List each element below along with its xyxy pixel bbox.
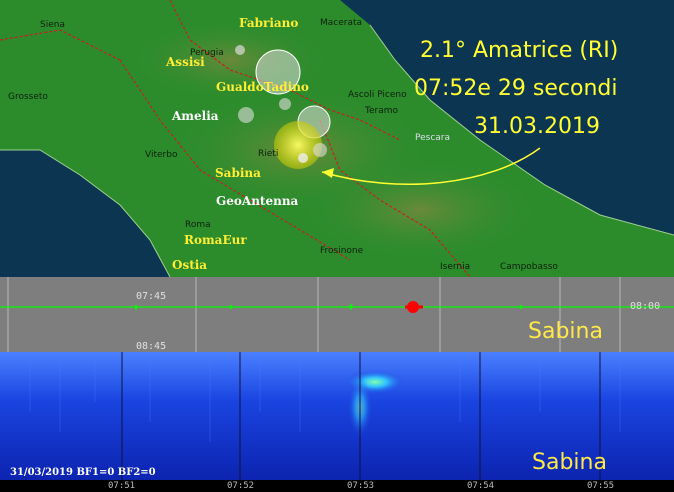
epicenter-bubble: [238, 107, 254, 123]
town-roma: Roma: [185, 220, 211, 230]
epicenter-bubble: [235, 45, 245, 55]
town-siena: Siena: [40, 20, 65, 30]
station-geoantenna: GeoAntenna: [216, 194, 299, 208]
seismo-label-start: 07:45: [136, 291, 167, 302]
spectrogram-status: 31/03/2019 BF1=0 BF2=0: [10, 467, 156, 478]
epicenter-bubble: [298, 153, 308, 163]
seismogram-panel: 07:45 08:00 08:45 Sabina: [0, 277, 674, 352]
town-macerata: Macerata: [320, 18, 363, 28]
epicenter-bubble: [279, 98, 291, 110]
station-sabina: Sabina: [215, 166, 261, 180]
seismo-label-next: 08:45: [136, 341, 167, 352]
town-rieti: Rieti: [258, 149, 279, 159]
station-gualdo: GualdoTadino: [216, 80, 309, 94]
station-romaeur: RomaEur: [184, 233, 247, 247]
spec-tick: 07:52: [227, 481, 255, 491]
station-fabriano: Fabriano: [239, 16, 299, 30]
town-pescara: Pescara: [415, 133, 451, 143]
spec-tick: 07:51: [108, 481, 136, 491]
spectrogram-panel: 31/03/2019 BF1=0 BF2=0 Sabina 07:51 07:5…: [0, 352, 674, 492]
station-ostia: Ostia: [172, 258, 208, 272]
town-grosseto: Grosseto: [8, 92, 48, 102]
town-frosinone: Frosinone: [320, 246, 364, 256]
event-date: 31.03.2019: [474, 114, 600, 139]
town-viterbo: Viterbo: [145, 150, 178, 160]
town-isernia: Isernia: [440, 262, 471, 272]
spec-tick: 07:55: [587, 481, 615, 491]
epicenter-highlight: [274, 121, 322, 169]
spec-tick: 07:53: [347, 481, 375, 491]
town-teramo: Teramo: [365, 106, 398, 116]
station-assisi: Assisi: [166, 55, 205, 69]
town-campobasso: Campobasso: [500, 262, 558, 272]
spec-tick: 07:54: [467, 481, 495, 491]
station-amelia: Amelia: [172, 109, 219, 123]
event-time: 07:52e 29 secondi: [414, 76, 618, 101]
epicenter-bubble: [313, 143, 327, 157]
spectrogram-station-label: Sabina: [532, 450, 607, 475]
seismo-station-label: Sabina: [528, 319, 603, 344]
town-ascoli: Ascoli Piceno: [348, 90, 407, 100]
event-magnitude-location: 2.1° Amatrice (RI): [420, 38, 619, 63]
seismic-map: Siena Macerata Perugia Grosseto Ascoli P…: [0, 0, 674, 277]
seismo-label-end: 08:00: [630, 301, 661, 312]
